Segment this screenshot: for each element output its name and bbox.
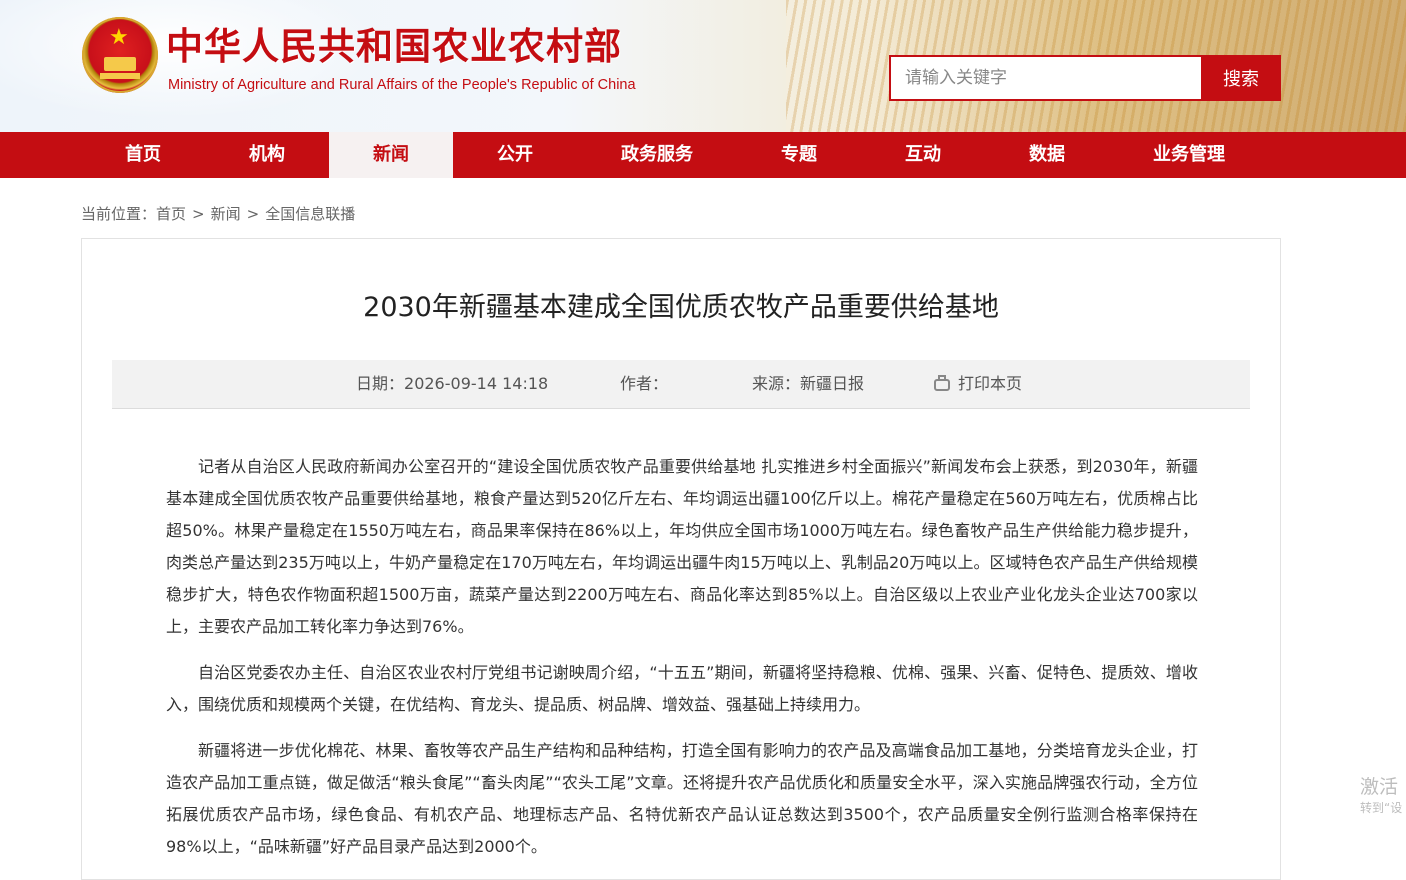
nav-item-topics[interactable]: 专题: [737, 132, 861, 178]
print-page-button[interactable]: 打印本页: [934, 360, 1022, 408]
article-card: 2030年新疆基本建成全国优质农牧产品重要供给基地 日期：2026-09-14 …: [81, 238, 1281, 880]
search-input[interactable]: [889, 55, 1203, 101]
activate-windows-subtext: 转到“设: [1360, 801, 1403, 815]
breadcrumb-separator: >: [246, 205, 260, 223]
meta-author-label: 作者：: [620, 374, 669, 393]
meta-source-value: 新疆日报: [800, 374, 865, 393]
meta-date-label: 日期：: [356, 374, 405, 393]
meta-source: 来源：新疆日报: [752, 360, 864, 408]
article-meta-bar: 日期：2026-09-14 14:18 作者： 来源：新疆日报 打印本页: [112, 360, 1250, 409]
meta-date-value: 2026-09-14 14:18: [404, 374, 549, 393]
print-page-label: 打印本页: [958, 374, 1023, 393]
meta-author: 作者：: [620, 360, 668, 408]
article-paragraph: 新疆将进一步优化棉花、林果、畜牧等农产品生产结构和品种结构，打造全国有影响力的农…: [166, 741, 1198, 856]
nav-item-public[interactable]: 公开: [453, 132, 577, 178]
breadcrumb-link-national-news[interactable]: 全国信息联播: [265, 205, 355, 223]
nav-item-news[interactable]: 新闻: [329, 132, 453, 178]
nav-item-business-management[interactable]: 业务管理: [1109, 132, 1269, 178]
nav-item-data[interactable]: 数据: [985, 132, 1109, 178]
nav-item-home[interactable]: 首页: [81, 132, 205, 178]
meta-source-label: 来源：: [752, 374, 801, 393]
nav-item-organization[interactable]: 机构: [205, 132, 329, 178]
activate-windows-watermark: 激活: [1360, 776, 1399, 798]
site-subtitle: Ministry of Agriculture and Rural Affair…: [168, 77, 636, 93]
site-title[interactable]: 中华人民共和国农业农村部: [166, 23, 622, 69]
meta-date: 日期：2026-09-14 14:18: [356, 360, 548, 408]
article-paragraph: 记者从自治区人民政府新闻办公室召开的“建设全国优质农牧产品重要供给基地 扎实推进…: [166, 457, 1198, 636]
article-body: 记者从自治区人民政府新闻办公室召开的“建设全国优质农牧产品重要供给基地 扎实推进…: [166, 451, 1198, 877]
national-emblem-icon[interactable]: ★: [82, 17, 158, 93]
search-button[interactable]: 搜索: [1201, 55, 1281, 101]
article-title: 2030年新疆基本建成全国优质农牧产品重要供给基地: [363, 292, 999, 323]
main-nav: 首页 机构 新闻 公开 政务服务 专题 互动 数据 业务管理: [0, 132, 1406, 178]
breadcrumb-link-home[interactable]: 首页: [156, 205, 186, 223]
nav-item-government-services[interactable]: 政务服务: [577, 132, 737, 178]
site-header: ★ 中华人民共和国农业农村部 Ministry of Agriculture a…: [0, 0, 1406, 132]
printer-icon: [934, 375, 950, 391]
breadcrumb-prefix: 当前位置：: [81, 205, 157, 223]
breadcrumb-separator: >: [192, 205, 205, 223]
article-paragraph: 自治区党委农办主任、自治区农业农村厅党组书记谢映周介绍，“十五五”期间，新疆将坚…: [166, 663, 1198, 714]
breadcrumb: 当前位置：首页 > 新闻 > 全国信息联播: [81, 203, 355, 224]
nav-item-interaction[interactable]: 互动: [861, 132, 985, 178]
search-box: 搜索: [889, 55, 1281, 101]
breadcrumb-link-news[interactable]: 新闻: [211, 205, 241, 223]
